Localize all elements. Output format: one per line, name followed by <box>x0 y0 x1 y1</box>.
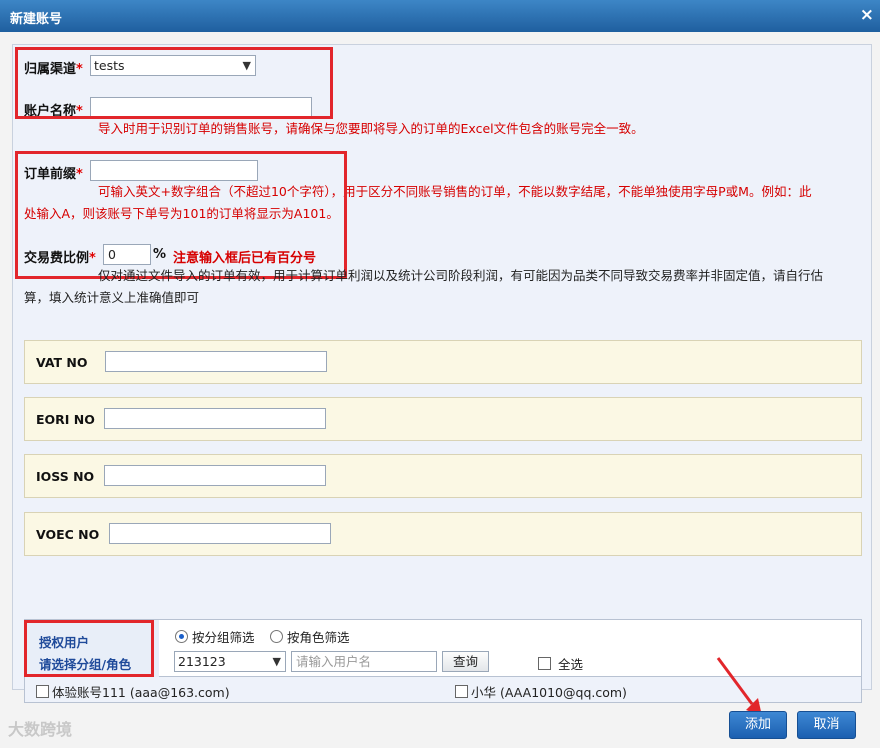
username-input[interactable] <box>291 651 437 672</box>
channel-select[interactable]: tests ▼ <box>90 55 256 76</box>
radio-filter-by-group[interactable]: 按分组筛选 <box>175 627 255 646</box>
select-all-checkbox[interactable]: 全选 <box>538 654 583 673</box>
dialog-body: 归属渠道* tests ▼ 账户名称* 导入时用于识别订单的销售账号，请确保与您… <box>0 32 880 748</box>
voec-field-box: VOEC NO <box>24 512 862 556</box>
required-mark: * <box>76 62 83 77</box>
vat-input[interactable] <box>105 351 327 372</box>
eori-label: EORI NO <box>36 412 95 427</box>
percent-sign: % <box>153 247 167 262</box>
required-mark: * <box>89 251 96 266</box>
ioss-label: IOSS NO <box>36 469 95 484</box>
add-button[interactable]: 添加 <box>729 711 787 739</box>
eori-field-box: EORI NO <box>24 397 862 441</box>
fee-ratio-note: 注意输入框后已有百分号 <box>173 251 317 266</box>
radio-checked-icon <box>175 630 188 643</box>
user-label: 体验账号111 (aaa@163.com) <box>52 685 230 700</box>
fee-ratio-hint-1: 仅对通过文件导入的订单有效，用于计算订单利润以及统计公司阶段利润，有可能因为品类… <box>98 268 824 283</box>
account-name-input[interactable] <box>90 97 312 118</box>
dialog-titlebar: 新建账号 × <box>0 0 880 32</box>
channel-label: 归属渠道* <box>24 58 83 77</box>
fee-ratio-hint-2: 算，填入统计意义上准确值即可 <box>24 290 200 305</box>
auth-label-area: 授权用户 请选择分组/角色 <box>25 620 159 678</box>
chevron-down-icon: ▼ <box>272 655 281 668</box>
auth-select-label: 请选择分组/角色 <box>39 657 132 672</box>
account-name-label: 账户名称* <box>24 100 83 119</box>
group-select[interactable]: 213123 ▼ <box>174 651 286 672</box>
checkbox-icon <box>455 685 468 698</box>
eori-input[interactable] <box>104 408 326 429</box>
user-checkbox-2[interactable]: 小华 (AAA1010@qq.com) <box>455 682 627 701</box>
cancel-button[interactable]: 取消 <box>797 711 856 739</box>
voec-label: VOEC NO <box>36 527 100 542</box>
dialog-title: 新建账号 <box>10 12 63 27</box>
required-mark: * <box>76 104 83 119</box>
channel-label-text: 归属渠道 <box>24 62 77 77</box>
order-prefix-input[interactable] <box>90 160 258 181</box>
group-select-value: 213123 <box>178 654 226 669</box>
radio-unchecked-icon <box>270 630 283 643</box>
ioss-field-box: IOSS NO <box>24 454 862 498</box>
checkbox-icon <box>538 657 551 670</box>
voec-input[interactable] <box>109 523 331 544</box>
order-prefix-label-text: 订单前缀 <box>24 167 77 182</box>
user-checkbox-1[interactable]: 体验账号111 (aaa@163.com) <box>36 682 230 701</box>
vat-label: VAT NO <box>36 355 88 370</box>
fee-ratio-label: 交易费比例* <box>24 247 96 266</box>
ioss-input[interactable] <box>104 465 326 486</box>
order-prefix-hint-1: 可输入英文+数字组合（不超过10个字符），用于区分不同账号销售的订单，不能以数字… <box>98 184 812 199</box>
account-name-hint: 导入时用于识别订单的销售账号，请确保与您要即将导入的订单的Excel文件包含的账… <box>98 121 644 136</box>
form-panel: 归属渠道* tests ▼ 账户名称* 导入时用于识别订单的销售账号，请确保与您… <box>12 44 872 703</box>
order-prefix-label: 订单前缀* <box>24 163 83 182</box>
user-label: 小华 (AAA1010@qq.com) <box>471 685 627 700</box>
channel-select-value: tests <box>94 58 125 73</box>
close-icon[interactable]: × <box>860 5 874 25</box>
auth-users-label: 授权用户 <box>39 635 90 650</box>
fee-ratio-input[interactable] <box>103 244 151 265</box>
checkbox-icon <box>36 685 49 698</box>
account-name-label-text: 账户名称 <box>24 104 77 119</box>
query-button[interactable]: 查询 <box>442 651 489 672</box>
required-mark: * <box>76 167 83 182</box>
radio-role-label: 按角色筛选 <box>287 630 350 645</box>
chevron-down-icon: ▼ <box>242 59 251 72</box>
fee-ratio-label-text: 交易费比例 <box>24 251 90 266</box>
order-prefix-hint-2: 处输入A，则该账号下单号为101的订单将显示为A101。 <box>24 206 339 221</box>
radio-group-label: 按分组筛选 <box>192 630 255 645</box>
select-all-label: 全选 <box>558 657 584 672</box>
vat-field-box: VAT NO <box>24 340 862 384</box>
watermark-logo: 大数跨境 <box>8 720 73 739</box>
radio-filter-by-role[interactable]: 按角色筛选 <box>270 627 350 646</box>
